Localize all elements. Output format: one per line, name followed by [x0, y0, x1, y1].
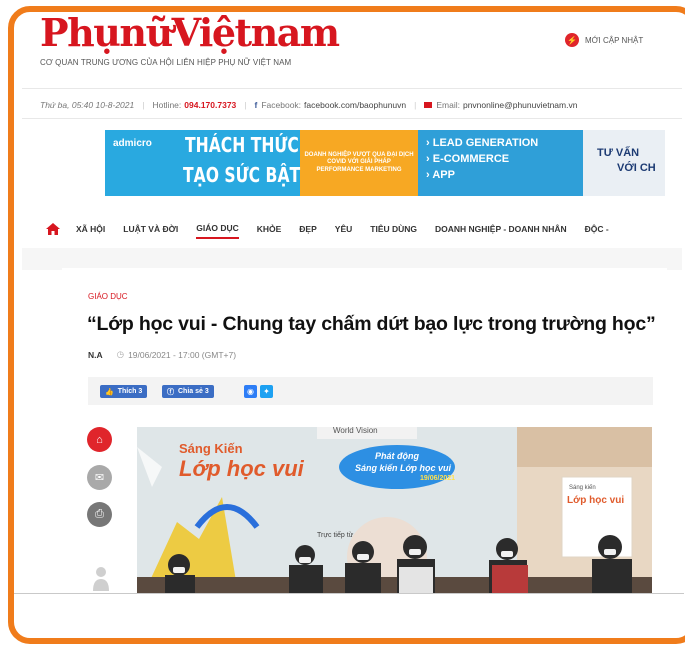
photo-title-small: Sáng Kiến	[179, 441, 243, 456]
nav-item-tieu-dung[interactable]: TIÊU DÙNG	[370, 224, 417, 238]
photo-bubble-line-1: Phát động	[375, 451, 419, 461]
main-nav: XÃ HỘI LUẬT VÀ ĐỜI GIÁO DỤC KHỎE ĐẸP YÊU…	[46, 223, 609, 239]
photo-title-big: Lớp học vui	[179, 456, 304, 481]
thumbs-up-icon: 👍	[105, 388, 114, 396]
facebook-share-button[interactable]: ⓕ Chia sẻ 3	[162, 385, 214, 398]
home-icon[interactable]	[46, 223, 60, 235]
facebook-icon: ⓕ	[167, 388, 174, 396]
new-update-label: MỚI CẬP NHẬT	[585, 35, 644, 45]
mail-icon[interactable]: ✉	[87, 465, 112, 490]
nav-item-doc[interactable]: ĐỘC -	[585, 224, 609, 238]
email-link[interactable]: pnvnonline@phunuvietnam.vn	[463, 100, 577, 110]
banner-far-line-1: TƯ VẤN	[597, 147, 640, 159]
viewport-bottom-edge	[14, 593, 684, 594]
infobar-divider	[22, 118, 682, 119]
nav-item-dep[interactable]: ĐẸP	[299, 224, 316, 238]
article-byline: N.A ◷ 19/06/2021 - 17:00 (GMT+7)	[88, 349, 236, 360]
hotline-label: Hotline:	[152, 100, 182, 110]
photo-bubble-line-2: Sáng kiến Lớp học vui	[355, 463, 452, 473]
person-icon	[93, 567, 109, 591]
banner-list: LEAD GENERATION E-COMMERCE APP	[418, 130, 583, 196]
nav-item-xa-hoi[interactable]: XÃ HỘI	[76, 224, 105, 238]
banner-far-text: TƯ VẤN VỚI CH	[583, 130, 665, 196]
photo-sign-big: Lớp học vui	[567, 495, 625, 506]
clock-icon: ◷	[116, 349, 125, 359]
facebook-icon: f	[254, 100, 258, 110]
banner-left: admicro THÁCH THỨC TẠO SỨC BẬT	[105, 130, 300, 196]
article-time: 19/06/2021 - 17:00 (GMT+7)	[128, 349, 237, 360]
new-update-link[interactable]: ⚡ MỚI CẬP NHẬT	[565, 33, 643, 47]
home-icon[interactable]: ⌂	[87, 427, 112, 452]
header-divider	[22, 88, 682, 89]
nav-item-giao-duc[interactable]: GIÁO DỤC	[196, 223, 239, 239]
banner-item: LEAD GENERATION	[426, 136, 575, 152]
article-photo[interactable]: World Vision Sáng Kiến Lớp học vui Phát …	[137, 427, 652, 593]
nav-item-khoe[interactable]: KHỎE	[257, 224, 282, 238]
email-label: Email:	[436, 100, 460, 110]
hotline-number[interactable]: 094.170.7373	[184, 100, 236, 110]
banner-headline-1: THÁCH THỨC	[185, 133, 299, 157]
photo-caption: Trực tiếp từ	[317, 532, 354, 539]
print-icon[interactable]: ⎙	[87, 502, 112, 527]
banner-item: APP	[426, 168, 575, 184]
banner-item: E-COMMERCE	[426, 152, 575, 168]
photo-bubble-date: 19/06/2021	[420, 475, 456, 482]
nav-item-luat-va-doi[interactable]: LUẬT VÀ ĐỜI	[123, 224, 178, 238]
like-label: Thích 3	[117, 388, 143, 395]
content-background	[22, 248, 682, 270]
banner-far-line-2: VỚI CH	[617, 161, 656, 174]
mail-icon	[424, 102, 433, 108]
site-logo[interactable]: PhụnữViệtnam	[40, 14, 340, 52]
article-category[interactable]: GIÁO DỤC	[88, 292, 128, 301]
current-date: Thứ ba, 05:40 10-8-2021	[40, 100, 135, 110]
article-title: “Lớp học vui - Chung tay chấm dứt bạo lự…	[87, 313, 656, 335]
messenger-icon[interactable]: ◉	[244, 385, 257, 398]
share-label: Chia sẻ 3	[178, 388, 209, 395]
photo-org-text: World Vision	[333, 427, 378, 435]
admicro-logo: admicro	[113, 138, 152, 149]
banner-ad[interactable]: admicro THÁCH THỨC TẠO SỨC BẬT DOANH NGH…	[105, 130, 665, 196]
twitter-icon[interactable]: ✦	[260, 385, 273, 398]
photo-sign-small: Sáng kiến	[569, 485, 596, 491]
info-bar: Thứ ba, 05:40 10-8-2021 | Hotline: 094.1…	[40, 100, 578, 110]
banner-headline-2: TẠO SỨC BẬT	[183, 163, 301, 187]
facebook-label: Facebook:	[261, 100, 302, 110]
article-author: N.A	[88, 349, 103, 360]
facebook-link[interactable]: facebook.com/baophunuvn	[304, 100, 406, 110]
site-tagline: CƠ QUAN TRUNG ƯƠNG CỦA HỘI LIÊN HIỆP PHỤ…	[40, 58, 292, 67]
banner-middle-text: DOANH NGHIỆP VƯỢT QUA ĐẠI DỊCH COVID VỚI…	[300, 130, 418, 196]
facebook-like-button[interactable]: 👍 Thích 3	[100, 385, 148, 398]
bolt-icon: ⚡	[565, 33, 579, 47]
nav-item-doanh-nghiep[interactable]: DOANH NGHIỆP - DOANH NHÂN	[435, 224, 567, 238]
nav-item-yeu[interactable]: YÊU	[335, 224, 352, 238]
